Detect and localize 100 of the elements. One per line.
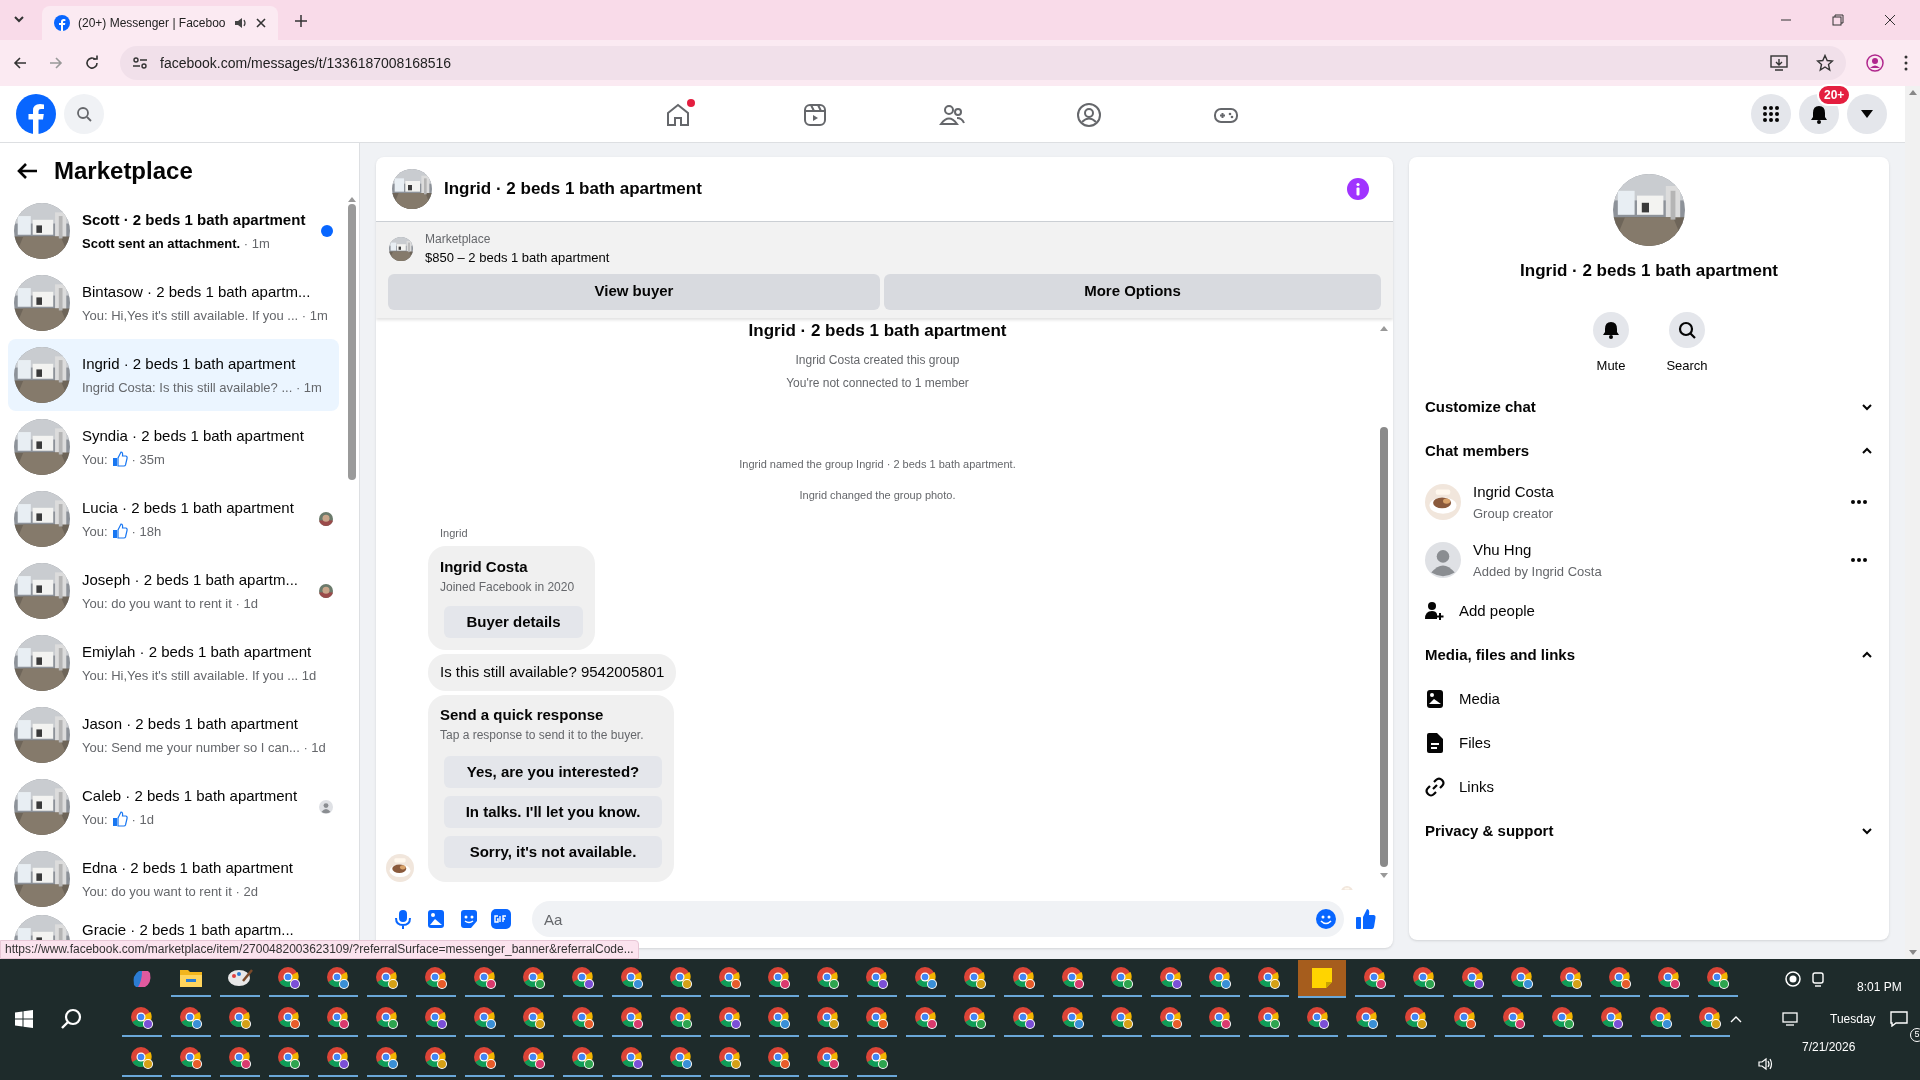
group-event-text: Ingrid named the group Ingrid · 2 beds 1 bath apartment.: [738, 457, 1017, 472]
emoji-icon[interactable]: [1316, 909, 1336, 929]
conversation-preview: You: Hi,Yes it's still available. If you ... 1d: [82, 666, 318, 685]
scroll-up-icon[interactable]: [348, 197, 356, 202]
chat-title: Ingrid · 2 beds 1 bath apartment: [444, 178, 702, 201]
browser-tab[interactable]: (20+) Messenger | Faceboo: [42, 6, 278, 40]
conversation-title: Emiylah · 2 beds 1 bath apartment: [82, 642, 313, 662]
bell-icon: [1809, 104, 1829, 124]
more-icon[interactable]: [1851, 558, 1867, 562]
conversation-title: Jason · 2 beds 1 bath apartment: [82, 714, 299, 734]
listing-title[interactable]: $850 – 2 beds 1 bath apartment: [425, 248, 610, 268]
groups-icon[interactable]: [1074, 100, 1103, 129]
banner-label: Marketplace: [425, 231, 492, 248]
facebook-icon: [54, 15, 70, 31]
conversation-preview: You: · 1d: [82, 809, 155, 829]
image-icon[interactable]: [425, 908, 447, 930]
apps-menu-button[interactable]: [1751, 94, 1791, 134]
info-icon[interactable]: [1347, 178, 1369, 200]
section-header[interactable]: Customize chat: [1409, 385, 1889, 429]
back-icon[interactable]: [12, 55, 28, 71]
buyer-details-button[interactable]: Buyer details: [444, 606, 583, 638]
message-input[interactable]: Aa: [532, 901, 1344, 937]
caret-icon: [1861, 110, 1873, 118]
details-title: Ingrid · 2 beds 1 bath apartment: [1520, 260, 1778, 282]
bookmark-star-icon[interactable]: [1816, 54, 1834, 72]
volume-icon[interactable]: [1758, 1057, 1774, 1071]
panel-item[interactable]: Media: [1409, 677, 1889, 721]
member-role: Added by Ingrid Costa: [1473, 562, 1603, 581]
conversation-preview: You: · 18h: [82, 521, 163, 541]
conversation-preview: You: Hi,Yes it's still available. If you ... · 1m: [82, 306, 329, 325]
microphone-icon[interactable]: [392, 908, 414, 930]
notification-badge: 20+: [1817, 84, 1852, 106]
buyer-name: Ingrid Costa: [440, 556, 529, 577]
quick-reply-button[interactable]: Yes, are you interested?: [444, 756, 662, 788]
speaker-icon[interactable]: [233, 16, 248, 30]
more-icon[interactable]: [1851, 500, 1867, 504]
close-icon[interactable]: [1884, 14, 1896, 26]
quick-reply-button[interactable]: In talks. I'll let you know.: [444, 796, 662, 828]
panel-item[interactable]: Files: [1409, 721, 1889, 765]
section-header[interactable]: Privacy & support: [1409, 809, 1889, 853]
conversation-preview: Ingrid Costa: Is this still available? ... · 1m: [82, 378, 323, 397]
scroll-up-icon[interactable]: [1908, 90, 1917, 95]
record-icon[interactable]: [1785, 971, 1801, 987]
notifications-button[interactable]: [1888, 1008, 1910, 1030]
network-icon[interactable]: [1782, 1012, 1798, 1026]
panel-item[interactable]: Add people: [1409, 589, 1889, 633]
notification-icon: [1890, 1011, 1908, 1027]
panel-item[interactable]: Links: [1409, 765, 1889, 809]
conversation-title: Joseph · 2 beds 1 bath apartm...: [82, 570, 299, 590]
group-title: Ingrid · 2 beds 1 bath apartment: [747, 319, 1008, 342]
message-bubble: Is this still available? 9542005801: [428, 654, 677, 691]
conversation-title: Edna · 2 beds 1 bath apartment: [82, 858, 294, 878]
scroll-down-icon[interactable]: [1908, 950, 1917, 955]
chevron-up-icon[interactable]: [1730, 1015, 1742, 1023]
back-arrow-icon[interactable]: [16, 162, 38, 180]
scroll-up-icon[interactable]: [1380, 325, 1388, 331]
conversation-preview: You: Send me your number so I can... · 1d: [82, 738, 327, 757]
conversation-title: Syndia · 2 beds 1 bath apartment: [82, 426, 305, 446]
conversation-title: Scott · 2 beds 1 bath apartment: [82, 210, 307, 230]
link-icon: [1425, 777, 1445, 797]
restore-icon[interactable]: [1832, 14, 1844, 26]
address-bar[interactable]: facebook.com/messages/t/1336187008168516: [120, 46, 1846, 80]
sticker-icon[interactable]: [458, 908, 480, 930]
conversation-item[interactable]: Ingrid · 2 beds 1 bath apartment Ingrid Costa: Is this still available? ... · 1m: [8, 339, 339, 411]
document-icon: [1427, 733, 1443, 753]
group-info-text: Ingrid Costa created this group: [794, 352, 961, 369]
add-person-icon: [1425, 601, 1445, 621]
start-icon[interactable]: [15, 1010, 33, 1028]
search-icon: [1678, 320, 1696, 339]
view-buyer-button[interactable]: View buyer: [388, 273, 880, 310]
close-icon[interactable]: [256, 18, 266, 28]
screen-icon[interactable]: [1811, 971, 1825, 987]
thumbs-up-icon[interactable]: [1355, 908, 1377, 930]
gif-button[interactable]: [491, 909, 511, 929]
new-tab-icon[interactable]: [294, 14, 308, 28]
conversation-preview: You: do you want to rent it · 2d: [82, 882, 259, 901]
account-menu-button[interactable]: [1847, 94, 1887, 134]
section-header[interactable]: Chat members: [1409, 429, 1889, 473]
facebook-logo[interactable]: [16, 94, 56, 134]
search-icon[interactable]: [61, 1008, 83, 1030]
site-settings-icon[interactable]: [132, 55, 148, 71]
profile-icon[interactable]: [1866, 54, 1884, 72]
conversation-preview: You: · 35m: [82, 449, 166, 469]
reload-icon[interactable]: [84, 55, 100, 71]
scroll-down-icon[interactable]: [1380, 872, 1388, 878]
install-icon[interactable]: [1770, 54, 1788, 72]
clock-day[interactable]: Tuesday: [1830, 1010, 1876, 1028]
more-options-button[interactable]: More Options: [884, 273, 1381, 310]
menu-icon[interactable]: [1904, 55, 1908, 71]
page-scrollbar[interactable]: [1905, 86, 1920, 959]
clock-date[interactable]: 7/21/2026: [1802, 1038, 1856, 1056]
sticky-notes-icon[interactable]: [1298, 960, 1346, 998]
clock-time[interactable]: 8:01 PM: [1857, 978, 1902, 996]
status-url: https://www.facebook.com/marketplace/item/2700482003623109/?referralSurface=messenger_banner&referralCode...: [0, 940, 639, 959]
conversation-preview: You: do you want to rent it · 1d: [82, 594, 259, 613]
conversation-title: Caleb · 2 beds 1 bath apartment: [82, 786, 299, 806]
buyer-joined-text: Joined Facebook in 2020: [440, 579, 576, 596]
search-button[interactable]: [64, 94, 104, 134]
quick-reply-button[interactable]: Sorry, it's not available.: [444, 836, 662, 868]
section-header[interactable]: Media, files and links: [1409, 633, 1889, 677]
